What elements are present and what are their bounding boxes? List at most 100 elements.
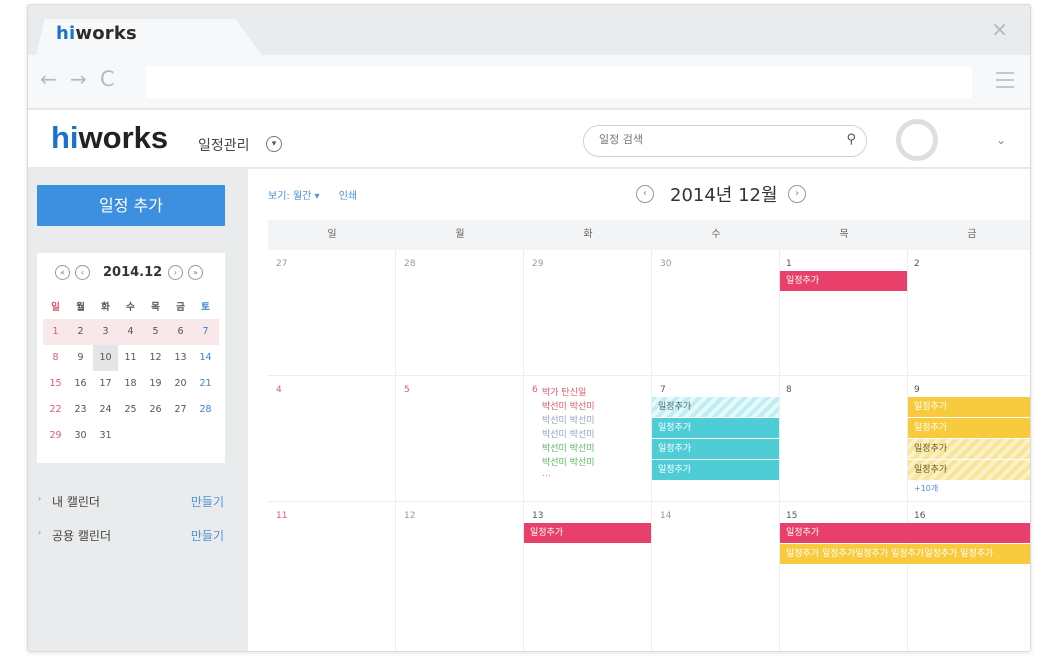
event-bar[interactable]: 일정추가	[908, 460, 1030, 480]
day-number[interactable]: 8	[786, 385, 792, 395]
mini-day[interactable]: 17	[93, 371, 118, 397]
mini-day[interactable]: 19	[143, 371, 168, 397]
event-bar[interactable]: 일정추가	[652, 439, 779, 459]
mini-day[interactable]: 3	[93, 319, 118, 345]
event-bar[interactable]: 일정추가	[524, 523, 651, 543]
next-month-icon[interactable]: ›	[788, 185, 806, 203]
mini-day[interactable]: 28	[193, 397, 218, 423]
event-bar-long[interactable]: 일정추가 일정추가일정추가 일정추가일정추가 일정추가	[780, 544, 1030, 564]
more-dots[interactable]: …	[542, 469, 551, 479]
mini-day[interactable]: 24	[93, 397, 118, 423]
mini-day[interactable]: 23	[68, 397, 93, 423]
day-number[interactable]: 4	[276, 385, 282, 395]
back-arrow-icon[interactable]: ←	[40, 67, 57, 91]
mini-day-today[interactable]: 10	[93, 345, 118, 371]
browser-tab-title[interactable]: hiworks	[56, 23, 137, 44]
chevron-down-icon[interactable]: ▾	[266, 136, 282, 152]
day-number[interactable]: 11	[276, 511, 287, 521]
reload-icon[interactable]: C	[100, 67, 115, 91]
mini-day[interactable]: 7	[193, 319, 218, 345]
event-text[interactable]: 박선미 박선미	[542, 441, 595, 454]
mini-day[interactable]: 9	[68, 345, 93, 371]
prev-month-icon[interactable]: ‹	[75, 265, 90, 280]
event-bar[interactable]: 일정추가	[908, 439, 1030, 459]
event-bar[interactable]: 일정추가	[652, 418, 779, 438]
event-text[interactable]: 박선미 박선미	[542, 455, 595, 468]
mini-day[interactable]: 18	[118, 371, 143, 397]
mini-day[interactable]: 11	[118, 345, 143, 371]
mini-day[interactable]: 20	[168, 371, 193, 397]
print-link[interactable]: 인쇄	[339, 191, 357, 202]
event-text[interactable]: 박선미 박선미	[542, 399, 595, 412]
mini-day[interactable]: 30	[68, 423, 93, 449]
mini-day[interactable]: 13	[168, 345, 193, 371]
mini-day[interactable]: 21	[193, 371, 218, 397]
shared-calendar-label[interactable]: 공용 캘린더	[52, 527, 111, 544]
event-bar[interactable]: 일정추가	[780, 523, 1030, 543]
profile-chevron-icon[interactable]: ⌄	[996, 133, 1006, 147]
avatar[interactable]	[896, 119, 938, 161]
day-number[interactable]: 12	[404, 511, 415, 521]
event-bar[interactable]: 일정추가	[652, 397, 779, 417]
day-number[interactable]: 27	[276, 259, 287, 269]
forward-arrow-icon[interactable]: →	[70, 67, 87, 91]
mini-day[interactable]: 14	[193, 345, 218, 371]
mini-day[interactable]: 25	[118, 397, 143, 423]
make-my-calendar-link[interactable]: 만들기	[191, 493, 224, 510]
next-year-icon[interactable]: »	[188, 265, 203, 280]
day-number[interactable]: 29	[532, 259, 543, 269]
birthday-event[interactable]: 박가 탄신일	[542, 385, 586, 398]
mini-day[interactable]: 29	[43, 423, 68, 449]
day-number[interactable]: 5	[404, 385, 410, 395]
mini-day[interactable]: 22	[43, 397, 68, 423]
more-events-link[interactable]: +10개	[914, 483, 938, 494]
event-bar[interactable]: 일정추가	[908, 418, 1030, 438]
mini-day[interactable]: 16	[68, 371, 93, 397]
day-number[interactable]: 28	[404, 259, 415, 269]
mini-day[interactable]: 6	[168, 319, 193, 345]
mini-week-row: 15 16 17 18 19 20 21	[43, 371, 219, 397]
mini-day[interactable]: 15	[43, 371, 68, 397]
day-number[interactable]: 15	[786, 511, 797, 521]
mini-day[interactable]: 27	[168, 397, 193, 423]
day-number[interactable]: 6	[532, 385, 538, 395]
hiworks-logo[interactable]: hiworks	[51, 120, 168, 156]
day-number[interactable]: 1	[786, 259, 792, 269]
address-bar[interactable]	[146, 66, 972, 98]
event-bar[interactable]: 일정추가	[908, 397, 1030, 417]
close-icon[interactable]: ×	[991, 17, 1008, 41]
search-box[interactable]: ⚲	[583, 125, 867, 157]
prev-year-icon[interactable]: «	[55, 265, 70, 280]
mini-day[interactable]: 5	[143, 319, 168, 345]
event-bar[interactable]: 일정추가	[780, 271, 907, 291]
prev-month-icon[interactable]: ‹	[636, 185, 654, 203]
expand-caret-icon[interactable]: ›	[38, 528, 41, 537]
mini-day[interactable]: 4	[118, 319, 143, 345]
event-text[interactable]: 박선미 박선미	[542, 413, 595, 426]
day-number[interactable]: 13	[532, 511, 543, 521]
mini-day[interactable]: 31	[93, 423, 118, 449]
mini-day[interactable]: 8	[43, 345, 68, 371]
next-month-icon[interactable]: ›	[168, 265, 183, 280]
day-number[interactable]: 14	[660, 511, 671, 521]
view-mode-dropdown[interactable]: 보기: 월간 ▾	[268, 191, 320, 202]
make-shared-calendar-link[interactable]: 만들기	[191, 527, 224, 544]
event-bar[interactable]: 일정추가	[652, 460, 779, 480]
mini-day[interactable]: 1	[43, 319, 68, 345]
day-number[interactable]: 2	[914, 259, 920, 269]
search-icon[interactable]: ⚲	[846, 132, 856, 147]
mini-day[interactable]: 2	[68, 319, 93, 345]
day-number[interactable]: 30	[660, 259, 671, 269]
expand-caret-icon[interactable]: ›	[38, 494, 41, 503]
mini-day[interactable]: 12	[143, 345, 168, 371]
mini-day[interactable]: 26	[143, 397, 168, 423]
day-number[interactable]: 9	[914, 385, 920, 395]
search-input[interactable]	[599, 133, 819, 146]
day-number[interactable]: 7	[660, 385, 666, 395]
my-calendar-label[interactable]: 내 캘린더	[52, 493, 100, 510]
app-title[interactable]: 일정관리	[198, 135, 250, 155]
day-number[interactable]: 16	[914, 511, 925, 521]
event-text[interactable]: 박선미 박선미	[542, 427, 595, 440]
browser-menu-icon[interactable]	[996, 72, 1014, 93]
add-event-button[interactable]: 일정 추가	[37, 185, 225, 226]
